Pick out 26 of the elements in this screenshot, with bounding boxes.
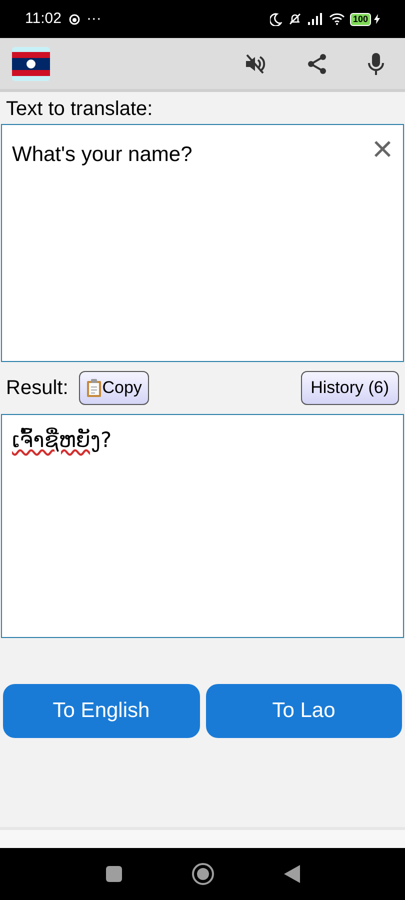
to-english-button[interactable]: To English xyxy=(3,684,200,738)
microphone-icon[interactable] xyxy=(367,52,385,76)
share-icon[interactable] xyxy=(305,52,329,76)
recents-icon[interactable] xyxy=(106,866,122,882)
muted-bell-icon xyxy=(288,12,302,26)
clear-button[interactable]: × xyxy=(372,129,393,169)
clipboard-icon xyxy=(86,378,102,398)
moon-icon xyxy=(270,12,282,26)
wifi-icon xyxy=(328,13,345,25)
input-field[interactable]: What's your name? × xyxy=(1,124,404,362)
history-button[interactable]: History (6) xyxy=(300,371,399,405)
result-field[interactable]: ເຈົ້າຊື່ຫຍັງ? xyxy=(1,414,404,638)
flag-icon[interactable] xyxy=(12,46,50,80)
input-label: Text to translate: xyxy=(5,97,154,122)
more-notifications: ··· xyxy=(86,8,102,29)
copy-button[interactable]: Copy xyxy=(79,371,149,405)
charging-icon xyxy=(374,14,380,24)
home-icon[interactable] xyxy=(192,863,214,885)
battery-indicator: 100 xyxy=(350,12,371,26)
signal-icon xyxy=(308,13,324,25)
status-time: 11:02 xyxy=(25,8,62,29)
result-label: Result: xyxy=(6,376,68,401)
notification-icon xyxy=(69,14,80,24)
to-lao-button[interactable]: To Lao xyxy=(206,684,402,738)
back-icon[interactable] xyxy=(284,865,300,883)
mute-icon[interactable] xyxy=(243,52,267,76)
